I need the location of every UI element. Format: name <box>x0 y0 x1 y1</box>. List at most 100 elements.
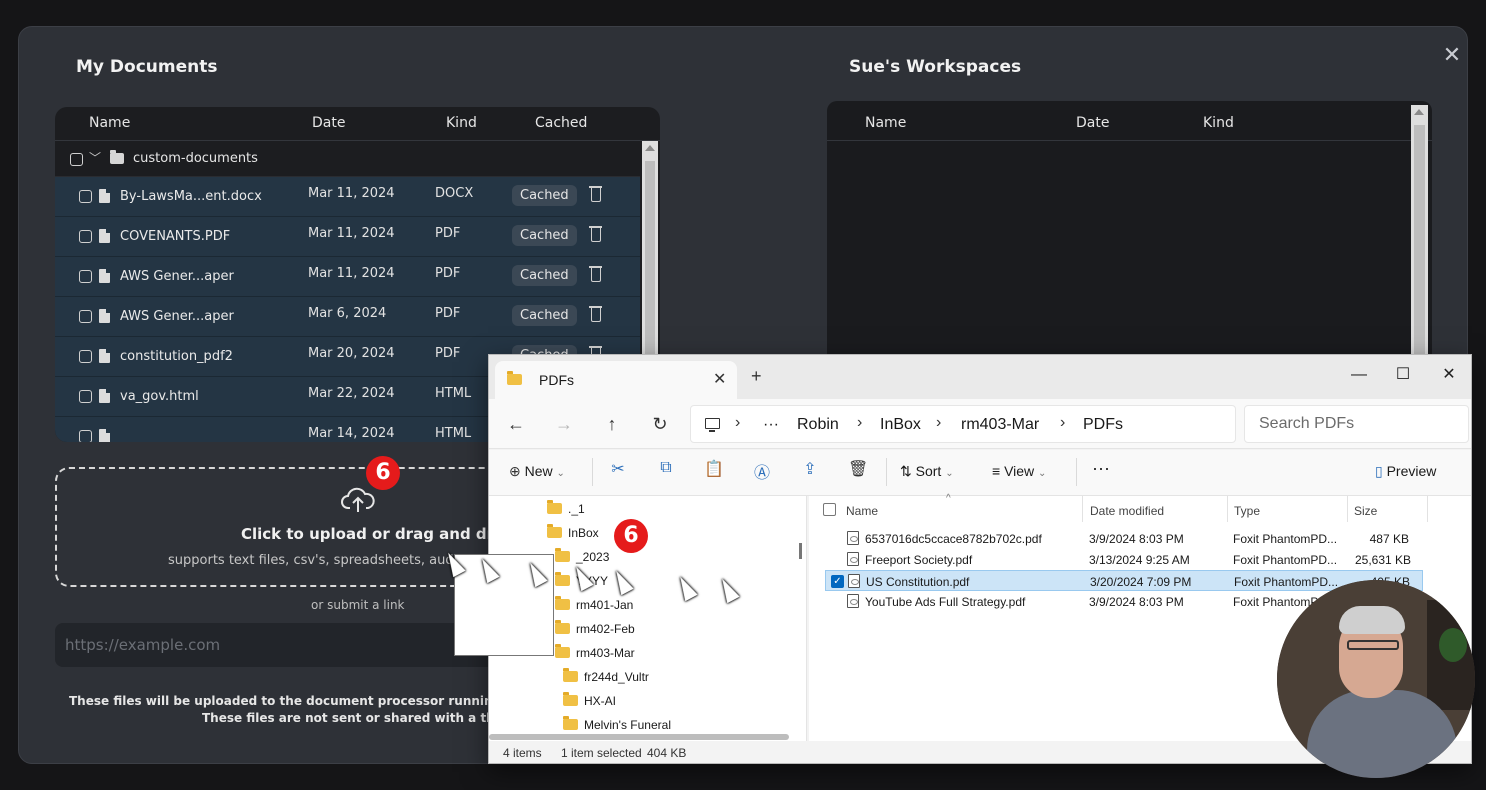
workspaces-title: Sue's Workspaces <box>849 57 1022 77</box>
ws-col-kind[interactable]: Kind <box>1203 115 1234 131</box>
file-date: 3/20/2024 7:09 PM <box>1090 575 1192 589</box>
row-checkbox[interactable] <box>79 190 92 203</box>
tree-item[interactable]: rm402-Feb <box>555 620 635 636</box>
tree-item[interactable]: rm401-Jan <box>555 596 633 612</box>
row-checkbox[interactable] <box>79 350 92 363</box>
chevron-down-icon[interactable]: ﹀ <box>89 149 101 166</box>
tree-item-label: HX-AI <box>584 694 617 708</box>
document-date: Mar 6, 2024 <box>308 306 387 321</box>
tree-item[interactable]: HX-AI <box>563 692 617 708</box>
row-checkbox[interactable] <box>79 390 92 403</box>
paste-icon[interactable]: 📋 <box>704 459 724 479</box>
table-row[interactable]: COVENANTS.PDF Mar 11, 2024 PDF Cached <box>55 217 640 257</box>
file-row[interactable]: Freeport Society.pdf 3/13/2024 9:25 AM Fox… <box>825 549 1423 570</box>
more-button[interactable]: ··· <box>1092 458 1110 479</box>
scroll-thumb[interactable] <box>1414 125 1425 381</box>
col-name[interactable]: Name <box>89 115 130 131</box>
delete-icon[interactable]: 🗑 <box>848 459 868 479</box>
ws-col-name[interactable]: Name <box>865 115 906 131</box>
search-input[interactable] <box>1244 405 1469 443</box>
select-all-checkbox[interactable] <box>823 503 836 516</box>
up-button[interactable]: ↑ <box>599 411 625 437</box>
tree-item[interactable]: _2023 <box>555 548 609 564</box>
pdf-file-icon <box>847 531 859 545</box>
preview-button[interactable]: ▯ Preview <box>1375 463 1436 480</box>
new-button[interactable]: ⊕ New ⌄ <box>509 463 565 480</box>
col-date[interactable]: Date <box>312 115 345 131</box>
header-date-modified[interactable]: Date modified <box>1090 504 1164 518</box>
header-name[interactable]: Name <box>846 504 878 518</box>
close-modal-button[interactable]: ✕ <box>1441 45 1463 67</box>
folder-icon <box>547 524 562 538</box>
tab-pdfs[interactable]: PDFs ✕ <box>495 361 737 399</box>
command-bar: ⊕ New ⌄ ✂ ⧉ 📋 Ⓐ ⇪ 🗑 ⇅ Sort ⌄ ≡ View ⌄ ··… <box>489 450 1471 496</box>
tree-item[interactable]: ._1 <box>547 500 585 516</box>
minimize-button[interactable]: — <box>1337 361 1381 389</box>
step-badge: 6 <box>614 519 648 553</box>
tree-item-label: fr244d_Vultr <box>584 670 649 684</box>
share-icon[interactable]: ⇪ <box>800 459 820 479</box>
ws-col-date[interactable]: Date <box>1076 115 1109 131</box>
folder-icon <box>547 500 562 514</box>
file-row[interactable]: 6537016dc5ccace8782b702c.pdf 3/9/2024 8:0… <box>825 528 1423 549</box>
row-checkbox[interactable] <box>79 230 92 243</box>
checkmark-icon[interactable]: ✓ <box>831 575 844 588</box>
breadcrumb-more[interactable]: ··· <box>763 416 779 434</box>
computer-icon <box>705 418 720 432</box>
back-button[interactable]: ← <box>503 411 529 437</box>
breadcrumb-rm403[interactable]: rm403-Mar <box>961 416 1039 434</box>
tree-item[interactable]: fr244d_Vultr <box>563 668 649 684</box>
tab-bar: PDFs ✕ + — ☐ ✕ <box>489 355 1471 399</box>
cached-badge: Cached <box>512 265 577 286</box>
breadcrumb-inbox[interactable]: InBox <box>880 416 921 434</box>
workspaces-scrollbar[interactable] <box>1411 105 1428 381</box>
trash-icon[interactable] <box>589 266 602 282</box>
folder-checkbox[interactable] <box>70 153 83 166</box>
rename-icon[interactable]: Ⓐ <box>752 459 772 482</box>
refresh-button[interactable]: ↻ <box>647 411 673 437</box>
footer-note-2: These files are not sent or shared with … <box>202 711 522 725</box>
table-row[interactable]: AWS Gener...aper Mar 6, 2024 PDF Cached <box>55 297 640 337</box>
navigation-scrollbar[interactable] <box>489 734 789 740</box>
scroll-up-icon[interactable] <box>645 145 655 151</box>
breadcrumb-robin[interactable]: Robin <box>797 416 839 434</box>
document-kind: PDF <box>435 266 461 281</box>
sort-button[interactable]: ⇅ Sort ⌄ <box>900 463 954 480</box>
col-kind[interactable]: Kind <box>446 115 477 131</box>
tree-item[interactable]: InBox <box>547 524 599 540</box>
trash-icon[interactable] <box>589 306 602 322</box>
divider <box>1082 496 1083 522</box>
file-date: 3/9/2024 8:03 PM <box>1089 595 1184 609</box>
tree-item[interactable]: Melvin's Funeral <box>563 716 671 732</box>
pane-splitter[interactable] <box>799 543 802 559</box>
row-checkbox[interactable] <box>79 310 92 323</box>
row-checkbox[interactable] <box>79 270 92 283</box>
trash-icon[interactable] <box>589 186 602 202</box>
forward-button[interactable]: → <box>551 411 577 437</box>
scroll-up-icon[interactable] <box>1414 109 1424 115</box>
new-tab-button[interactable]: + <box>751 366 762 387</box>
col-cached[interactable]: Cached <box>535 115 587 131</box>
divider <box>1427 496 1428 522</box>
tree-item-label: rm403-Mar <box>576 646 635 660</box>
table-row[interactable]: By-LawsMa...ent.docx Mar 11, 2024 DOCX Cach… <box>55 177 640 217</box>
tree-item-label: InBox <box>568 526 599 540</box>
row-checkbox[interactable] <box>79 430 92 442</box>
table-row[interactable]: AWS Gener...aper Mar 11, 2024 PDF Cached <box>55 257 640 297</box>
address-bar[interactable]: › ··· Robin › InBox › rm403-Mar › PDFs <box>690 405 1236 443</box>
document-date: Mar 14, 2024 <box>308 426 395 441</box>
header-size[interactable]: Size <box>1354 504 1377 518</box>
view-button[interactable]: ≡ View ⌄ <box>992 463 1046 479</box>
trash-icon[interactable] <box>589 226 602 242</box>
copy-icon[interactable]: ⧉ <box>656 459 676 479</box>
window-close-button[interactable]: ✕ <box>1427 361 1471 389</box>
tab-close-button[interactable]: ✕ <box>713 369 726 389</box>
ws-table-header: Name Date Kind <box>827 101 1432 141</box>
header-type[interactable]: Type <box>1234 504 1260 518</box>
cut-icon[interactable]: ✂ <box>608 459 628 479</box>
tree-item[interactable]: rm403-Mar <box>555 644 635 660</box>
breadcrumb-pdfs[interactable]: PDFs <box>1083 416 1123 434</box>
maximize-button[interactable]: ☐ <box>1381 361 1425 389</box>
folder-icon <box>555 596 570 610</box>
folder-row[interactable]: ﹀ custom-documents <box>55 141 640 177</box>
